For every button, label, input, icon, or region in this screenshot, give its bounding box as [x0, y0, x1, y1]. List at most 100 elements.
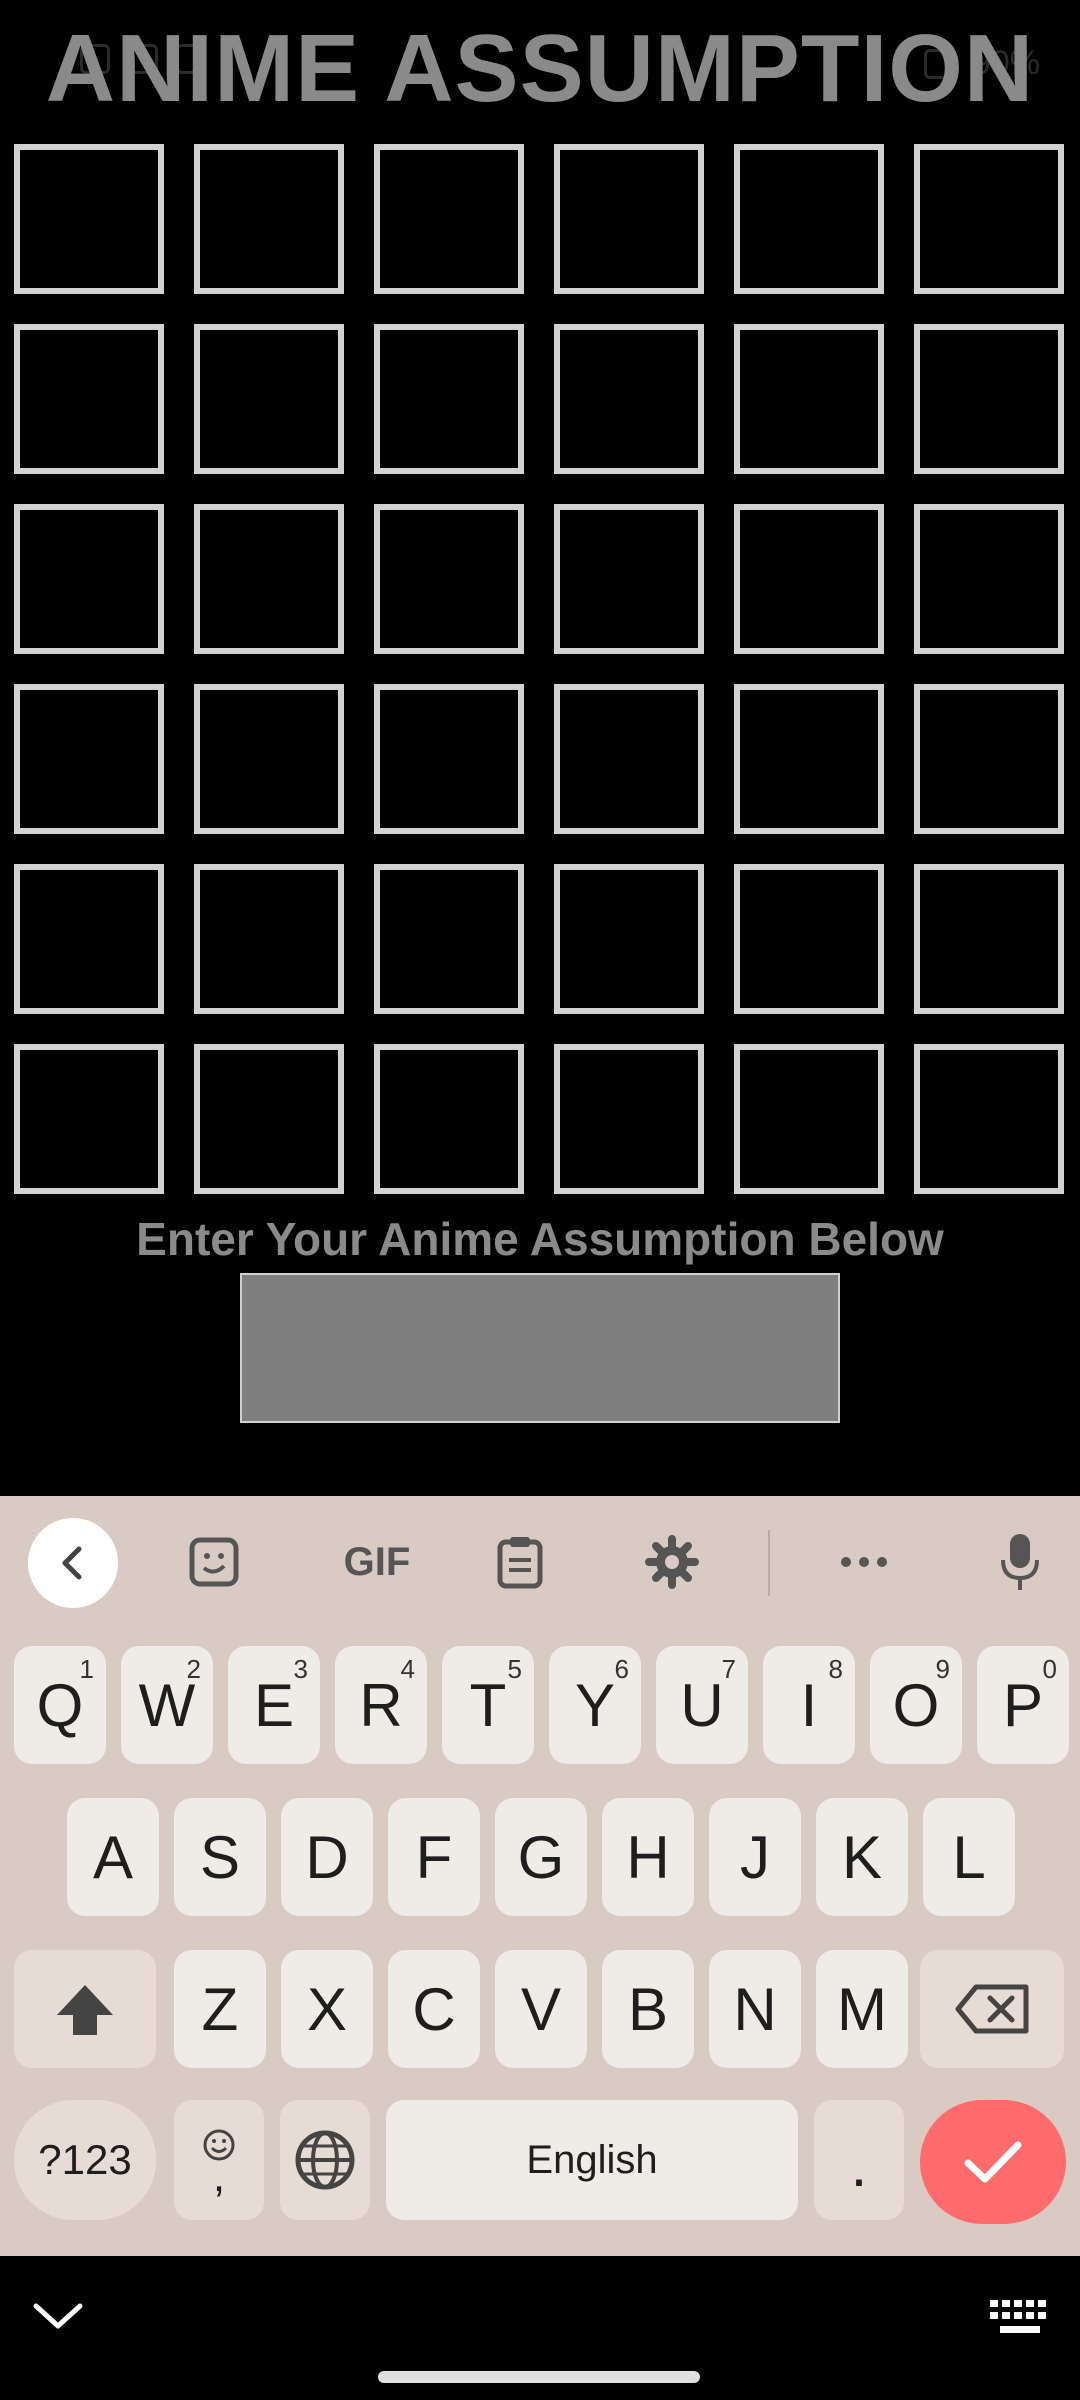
key[interactable]: H — [602, 1798, 694, 1916]
key-label: F — [415, 1823, 453, 1891]
grid-cell — [914, 504, 1064, 654]
key[interactable]: C — [388, 1950, 480, 2068]
key-label: M — [837, 1975, 887, 2043]
key[interactable]: V — [495, 1950, 587, 2068]
key[interactable]: N — [709, 1950, 801, 2068]
comma-key[interactable]: , — [174, 2100, 264, 2220]
key-label: O — [892, 1671, 940, 1739]
key[interactable]: S — [174, 1798, 266, 1916]
symbols-key[interactable]: ?123 — [14, 2100, 156, 2220]
input-prompt: Enter Your Anime Assumption Below — [136, 1213, 944, 1265]
key-label: Y — [574, 1671, 616, 1739]
grid-cell — [914, 1044, 1064, 1194]
chevron-left-icon[interactable] — [28, 1518, 118, 1608]
space-key[interactable]: English — [386, 2100, 798, 2220]
key-label: D — [305, 1823, 349, 1891]
key[interactable]: Z — [174, 1950, 266, 2068]
key[interactable]: R4 — [335, 1646, 427, 1764]
navigation-bar — [0, 2256, 1080, 2400]
grid-cell — [194, 684, 344, 834]
grid-cell — [374, 864, 524, 1014]
period-key[interactable]: . — [814, 2100, 904, 2220]
key[interactable]: X — [281, 1950, 373, 2068]
key-hint: 4 — [400, 1654, 415, 1684]
key[interactable]: W2 — [121, 1646, 213, 1764]
key[interactable]: Y6 — [549, 1646, 641, 1764]
key-hint: 9 — [935, 1654, 950, 1684]
key[interactable]: T5 — [442, 1646, 534, 1764]
key[interactable]: U7 — [656, 1646, 748, 1764]
grid-cell — [14, 1044, 164, 1194]
key[interactable]: O9 — [870, 1646, 962, 1764]
grid-cell — [734, 684, 884, 834]
grid-cell — [374, 684, 524, 834]
key[interactable]: E3 — [228, 1646, 320, 1764]
key[interactable]: L — [923, 1798, 1015, 1916]
key[interactable]: D — [281, 1798, 373, 1916]
grid-cell — [194, 504, 344, 654]
toolbar-divider — [768, 1530, 770, 1596]
key[interactable]: B — [602, 1950, 694, 2068]
grid-cell — [734, 324, 884, 474]
grid-cell — [374, 504, 524, 654]
backspace-key[interactable] — [920, 1950, 1064, 2068]
key[interactable]: P0 — [977, 1646, 1069, 1764]
keyboard-icon[interactable] — [988, 2298, 1052, 2343]
grid-cell — [554, 864, 704, 1014]
language-key[interactable] — [280, 2100, 370, 2220]
gear-icon[interactable] — [628, 1518, 716, 1606]
grid-cell — [914, 864, 1064, 1014]
key-label: B — [627, 1975, 669, 2043]
key[interactable]: A — [67, 1798, 159, 1916]
gif-button[interactable]: GIF — [322, 1518, 432, 1606]
key[interactable]: J — [709, 1798, 801, 1916]
key[interactable]: M — [816, 1950, 908, 2068]
grid-cell — [374, 324, 524, 474]
key-label: R — [359, 1671, 403, 1739]
grid-cell — [914, 144, 1064, 294]
backspace-icon — [955, 1984, 1029, 2034]
key-label: I — [800, 1671, 818, 1739]
key-label: S — [199, 1823, 241, 1891]
key-hint: 5 — [507, 1654, 522, 1684]
grid-cell — [194, 144, 344, 294]
page-title: ANIME ASSUMPTION — [45, 15, 1035, 122]
key-hint: 2 — [186, 1654, 201, 1684]
enter-key[interactable] — [920, 2100, 1066, 2224]
grid-cell — [734, 864, 884, 1014]
key-label: Q — [36, 1671, 84, 1739]
key-label: P — [1002, 1671, 1044, 1739]
ellipsis-icon[interactable] — [820, 1518, 908, 1606]
key[interactable]: F — [388, 1798, 480, 1916]
answer-input[interactable] — [240, 1273, 840, 1423]
key[interactable]: G — [495, 1798, 587, 1916]
grid-cell — [734, 144, 884, 294]
keyboard: GIF Q1W2E3R4T5Y6U7I8O9P0 ASDFGHJKL ZXCVB… — [0, 1496, 1080, 2256]
microphone-icon[interactable] — [976, 1518, 1064, 1606]
grid-cell — [734, 504, 884, 654]
key-label: C — [412, 1975, 456, 2043]
keyboard-toolbar: GIF — [0, 1496, 1080, 1626]
key-label: K — [841, 1823, 883, 1891]
key[interactable]: K — [816, 1798, 908, 1916]
chevron-down-icon[interactable] — [30, 2298, 86, 2339]
grid-cell — [194, 324, 344, 474]
grid-cell — [914, 324, 1064, 474]
key-label: A — [92, 1823, 134, 1891]
key-hint: 6 — [614, 1654, 629, 1684]
shift-key[interactable] — [14, 1950, 156, 2068]
key[interactable]: Q1 — [14, 1646, 106, 1764]
key-label: X — [306, 1975, 348, 2043]
check-icon — [964, 2141, 1022, 2183]
grid-cell — [194, 864, 344, 1014]
grid-cell — [14, 864, 164, 1014]
key-label: G — [517, 1823, 565, 1891]
sticker-icon[interactable] — [170, 1518, 258, 1606]
home-gesture-handle[interactable] — [378, 2371, 700, 2383]
grid-cell — [734, 1044, 884, 1194]
key-label: V — [520, 1975, 562, 2043]
grid-cell — [554, 324, 704, 474]
key[interactable]: I8 — [763, 1646, 855, 1764]
key-hint: 3 — [293, 1654, 308, 1684]
clipboard-icon[interactable] — [476, 1518, 564, 1606]
